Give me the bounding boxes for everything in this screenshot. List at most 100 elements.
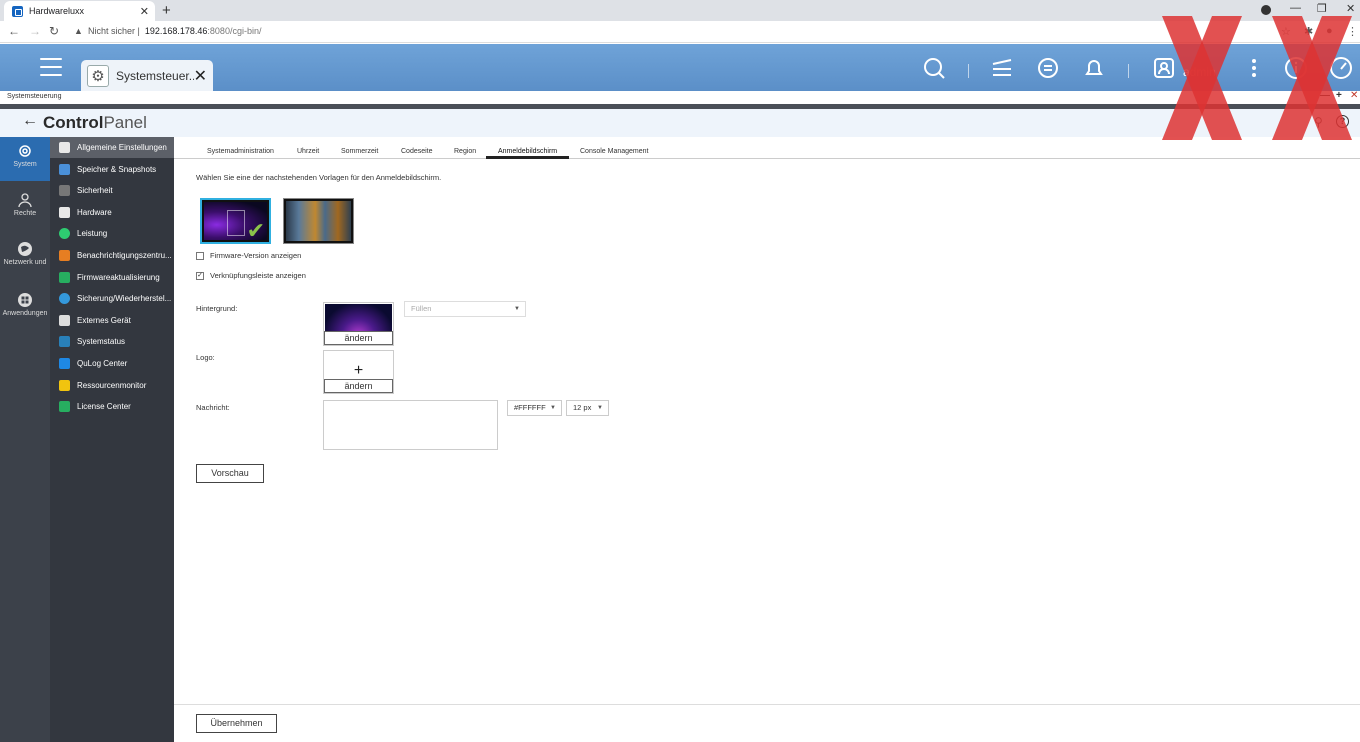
close-window-icon[interactable]: ✕ [1346,2,1355,15]
sidebar-item-label: Ressourcenmonitor [77,380,147,390]
tab-sommerzeit[interactable]: Sommerzeit [341,148,378,155]
sidebar-item-external-device[interactable]: Externes Gerät [50,310,174,331]
sidebar: Allgemeine Einstellungen Speicher & Snap… [50,137,174,742]
tasks-icon[interactable] [990,56,1014,80]
message-input[interactable] [323,400,498,450]
sidebar-item-system-status[interactable]: Systemstatus [50,331,174,352]
sidebar-item-security[interactable]: Sicherheit [50,180,174,201]
panel-search-icon[interactable]: ⚲ [1314,115,1323,129]
preview-button[interactable]: Vorschau [196,464,264,483]
back-arrow-icon[interactable]: ← [22,112,38,130]
back-icon[interactable]: ← [8,24,20,38]
search-icon[interactable] [922,56,946,80]
browser-tab-title: Hardwareluxx [29,6,85,16]
sidebar-item-firmware[interactable]: Firmwareaktualisierung [50,267,174,288]
sidebar-item-general[interactable]: Allgemeine Einstellungen [50,137,174,158]
change-background-button[interactable]: ändern [324,331,393,345]
message-label: Nachricht: [196,403,230,412]
sidebar-item-notifications[interactable]: Benachrichtigungszentru... [50,245,174,266]
add-icon[interactable]: + [324,363,393,379]
browser-tab[interactable]: Hardwareluxx ✕ [4,1,155,21]
template-2[interactable] [283,198,354,244]
star-icon[interactable]: ☆ [1281,25,1291,38]
user-name[interactable]: admin [1183,65,1216,79]
linkbar-option[interactable]: ✓ Verknüpfungsleiste anzeigen [196,271,306,280]
sidebar-item-label: Sicherheit [77,186,113,196]
help-icon[interactable]: ? [1336,115,1349,128]
sidebar-item-qulog[interactable]: QuLog Center [50,353,174,374]
minimize-icon[interactable]: — [1290,2,1301,14]
tab-region[interactable]: Region [454,148,476,155]
control-panel-title: ControlPanel [43,113,147,133]
sync-icon[interactable] [1036,56,1060,80]
tab-codeseite[interactable]: Codeseite [401,148,433,155]
linkbar-checkbox[interactable]: ✓ [196,271,204,280]
main-content: Systemadministration Uhrzeit Sommerzeit … [174,137,1360,742]
sidebar-item-label: QuLog Center [77,359,128,368]
window-title-bar: Systemsteuerung — + ✕ [0,90,1360,104]
chevron-down-icon: ▼ [550,405,556,411]
message-color-select[interactable]: #FFFFFF ▼ [507,400,562,416]
dashboard-icon[interactable] [1329,56,1353,80]
url-warning: Nicht sicher [88,26,136,36]
rail-item-applications[interactable]: Anwendungen [0,286,50,330]
sidebar-item-resource-monitor[interactable]: Ressourcenmonitor [50,375,174,396]
sidebar-item-license[interactable]: License Center [50,396,174,417]
close-tab-icon[interactable]: ✕ [140,5,149,18]
forward-icon[interactable]: → [29,24,41,38]
rail-item-network[interactable]: Netzwerk und [0,235,50,279]
reload-icon[interactable]: ↻ [49,24,59,38]
firmware-version-checkbox[interactable] [196,251,204,260]
firmware-version-option[interactable]: Firmware-Version anzeigen [196,251,301,260]
license-icon [59,401,70,413]
apply-button[interactable]: Übernehmen [196,714,277,733]
template-1[interactable]: ✔ [200,198,271,244]
tab-uhrzeit[interactable]: Uhrzeit [297,148,319,155]
background-mode-select[interactable]: Füllen ▼ [404,301,526,317]
warning-icon: ▲ [74,26,83,36]
sidebar-item-hardware[interactable]: Hardware [50,202,174,223]
window-close-icon[interactable]: ✕ [1350,90,1358,101]
sidebar-item-label: Benachrichtigungszentru... [77,251,172,260]
profile-icon[interactable]: ● [1326,25,1333,37]
active-tab-indicator [486,156,569,159]
title-bold: Control [43,113,104,132]
chevron-down-icon: ▼ [597,405,603,411]
info-icon[interactable] [1284,56,1308,80]
change-logo-button[interactable]: ändern [324,379,393,393]
more-icon[interactable] [1242,56,1266,80]
bell-icon[interactable] [1082,56,1106,80]
app-tab-system[interactable]: ⚙ Systemsteuer... ✕ [81,60,213,91]
sidebar-item-storage[interactable]: Speicher & Snapshots [50,159,174,180]
sidebar-item-label: Systemstatus [77,337,126,347]
rail-label: Anwendungen [2,310,48,317]
rail-item-rechte[interactable]: Rechte [0,186,50,230]
url-field[interactable]: Nicht sicher | 192.168.178.46:8080/cgi-b… [88,26,261,36]
favicon-icon [12,5,23,17]
tab-console-management[interactable]: Console Management [580,148,649,155]
sidebar-item-backup[interactable]: Sicherung/Wiederherstel... [50,288,174,309]
restore-icon[interactable]: ❐ [1317,2,1327,15]
title-light: Panel [103,113,147,132]
message-size-value: 12 px [573,403,592,412]
media-icon[interactable] [1261,5,1271,15]
tab-systemadministration[interactable]: Systemadministration [207,148,274,155]
user-icon[interactable] [1152,56,1176,80]
tab-anmeldebildschirm[interactable]: Anmeldebildschirm [498,148,557,155]
window-maximize-icon[interactable]: + [1336,90,1342,101]
sidebar-item-performance[interactable]: Leistung [50,223,174,244]
rail-item-system[interactable]: System [0,137,50,181]
window-minimize-icon[interactable]: — [1320,90,1330,101]
browser-menu-icon[interactable]: ⋮ [1347,25,1358,38]
app-tab-title: Systemsteuer... [116,68,194,83]
url-separator: | [135,26,145,36]
window-title: Systemsteuerung [7,93,62,100]
footer-divider [174,704,1360,705]
intro-text: Wählen Sie eine der nachstehenden Vorlag… [196,173,442,182]
close-icon[interactable]: ✕ [194,66,207,86]
message-size-select[interactable]: 12 px ▼ [566,400,609,416]
sidebar-item-label: Allgemeine Einstellungen [77,143,167,152]
main-menu-icon[interactable] [40,58,62,78]
new-tab-icon[interactable]: + [162,2,171,19]
extension-icon[interactable]: ✱ [1304,25,1313,38]
